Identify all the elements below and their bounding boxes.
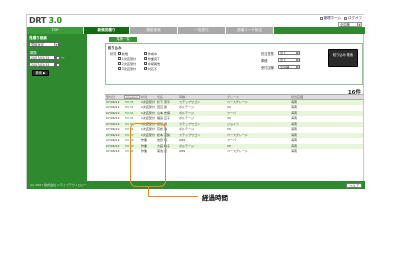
date-from-input[interactable]: 2007/05/15 <box>29 55 55 60</box>
tab-user-settings[interactable]: 各種ユーザ設定 <box>226 27 274 34</box>
logoff-icon <box>344 17 347 20</box>
table-cell: 07/06/12 <box>106 149 120 153</box>
footer: (C) 2007 株式会社 ドライブテクノロジー ヘルプ <box>27 181 365 189</box>
table-cell: Q89 <box>179 149 186 153</box>
sidebar-title: 見積り検索 <box>29 36 47 40</box>
chevron-down-icon: ▾ <box>357 23 361 27</box>
col-grade[interactable]: グレード <box>226 95 290 99</box>
help-button[interactable]: ヘルプ <box>346 182 362 188</box>
callout-label: 経過時間 <box>202 194 228 202</box>
copyright: (C) 2007 株式会社 ドライブテクノロジー <box>30 183 87 187</box>
filter-search-button[interactable]: 絞り込み 検索 <box>328 49 358 67</box>
filter-panel: 絞り込み 状況 新規 1次店受付 2次店受付 3次店受付 作成中 作業完了 中間… <box>105 43 363 85</box>
top-bar: DRT 3.0 管理ホーム ログオフ 全店舗 ▾ <box>27 15 365 27</box>
date-to-input[interactable]: 2007/05/15 <box>29 62 55 67</box>
col-name[interactable]: 氏名 <box>156 95 178 99</box>
tab-list-reception[interactable]: 一覧受付 <box>178 27 226 34</box>
top-links: 管理ホーム ログオフ <box>319 16 362 21</box>
filter-title: 絞り込み <box>108 46 122 50</box>
status-select[interactable]: 見積状況 ▾ <box>29 42 59 47</box>
app-window: DRT 3.0 管理ホーム ログオフ 全店舗 ▾ TOP 新規見積り 機能検索 一… <box>26 14 365 189</box>
checkbox-3rd-reception[interactable]: 3次店受付 <box>118 66 136 71</box>
col-elapsed-time[interactable]: 経過時間 <box>124 95 140 99</box>
store-label: 受付店舗 <box>261 66 274 70</box>
col-received-date[interactable]: 受付日 <box>105 95 124 99</box>
chevron-down-icon: ▾ <box>54 43 58 47</box>
table-cell: 海南 <box>291 149 298 153</box>
car-type-label: 車種 <box>261 59 268 63</box>
section-title: 見積一覧 <box>109 37 137 42</box>
tab-function-search[interactable]: 機能検索 <box>130 27 178 34</box>
col-car-type[interactable]: 車種 <box>178 95 226 99</box>
home-icon <box>319 17 323 20</box>
car-type-select[interactable]: 全て ▾ <box>278 57 300 62</box>
chevron-down-icon: ▾ <box>295 57 299 62</box>
checkbox-not-supported[interactable]: 対応不 <box>144 66 157 71</box>
col-store[interactable]: 担当店舗 <box>290 95 363 99</box>
logoff-link[interactable]: ログオフ <box>344 16 362 21</box>
callout-line <box>148 196 198 197</box>
tab-top[interactable]: TOP <box>27 27 84 34</box>
main-tabs: TOP 新規見積り 機能検索 一覧受付 各種ユーザ設定 <box>27 27 365 34</box>
elapsed-time-highlight <box>130 123 166 187</box>
status-label: 状況 <box>110 52 117 56</box>
store-select[interactable]: 全店舗 ▾ <box>278 64 300 69</box>
branch-select[interactable]: 全店舗 ▾ <box>338 22 362 27</box>
sidebar: 見積り検索 見積状況 ▾ 期間: 2007/05/15 〜 2007/05/15 … <box>27 34 87 181</box>
app-logo: DRT 3.0 <box>29 16 62 25</box>
sales-rep-select[interactable]: 全て ▾ <box>278 50 300 55</box>
tab-new-estimate[interactable]: 新規見積り <box>84 27 130 34</box>
calendar-icon[interactable] <box>56 62 60 67</box>
col-status[interactable]: 状況 <box>140 95 156 99</box>
admin-home-link[interactable]: 管理ホーム <box>319 16 341 21</box>
sales-rep-label: 担当営業 <box>261 52 274 56</box>
calendar-icon[interactable] <box>56 55 60 60</box>
table-cell: ベースグレード <box>227 149 248 153</box>
chevron-down-icon: ▾ <box>295 50 299 55</box>
search-button[interactable]: 検索 ▶ <box>32 70 49 76</box>
chevron-down-icon: ▾ <box>295 64 299 69</box>
